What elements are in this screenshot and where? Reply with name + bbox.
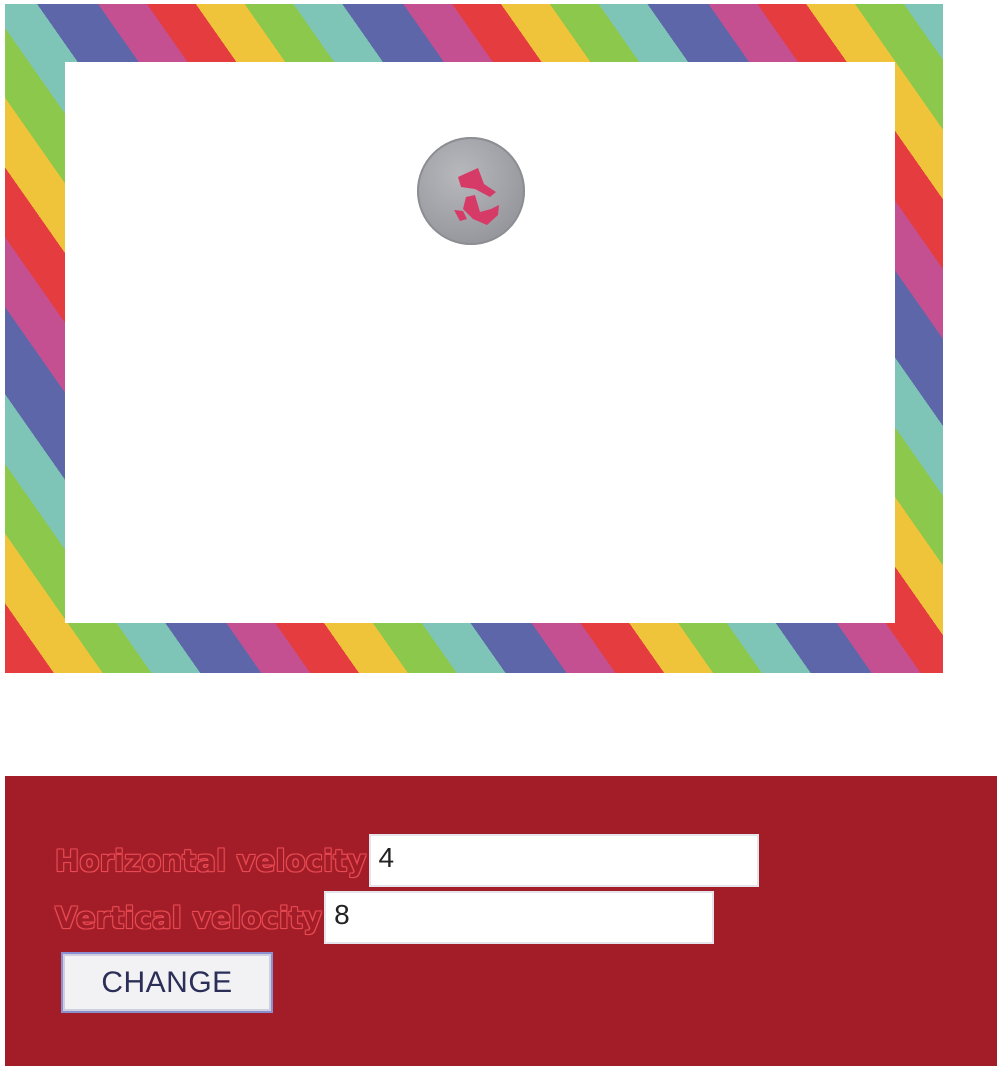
game-canvas bbox=[65, 62, 895, 623]
vertical-velocity-input[interactable]: 8 bbox=[324, 891, 715, 944]
horizontal-velocity-input[interactable]: 4 bbox=[368, 834, 759, 887]
vertical-velocity-row: Vertical velocity 8 bbox=[55, 891, 715, 944]
gray-ball-icon bbox=[417, 137, 525, 245]
change-button[interactable]: CHANGE bbox=[61, 952, 273, 1013]
vertical-velocity-label: Vertical velocity bbox=[55, 900, 323, 935]
rainbow-game-frame bbox=[5, 4, 943, 673]
horizontal-velocity-row: Horizontal velocity 4 bbox=[55, 834, 759, 887]
horizontal-velocity-label: Horizontal velocity bbox=[55, 843, 367, 878]
velocity-control-panel: Horizontal velocity 4 Vertical velocity … bbox=[5, 776, 997, 1066]
